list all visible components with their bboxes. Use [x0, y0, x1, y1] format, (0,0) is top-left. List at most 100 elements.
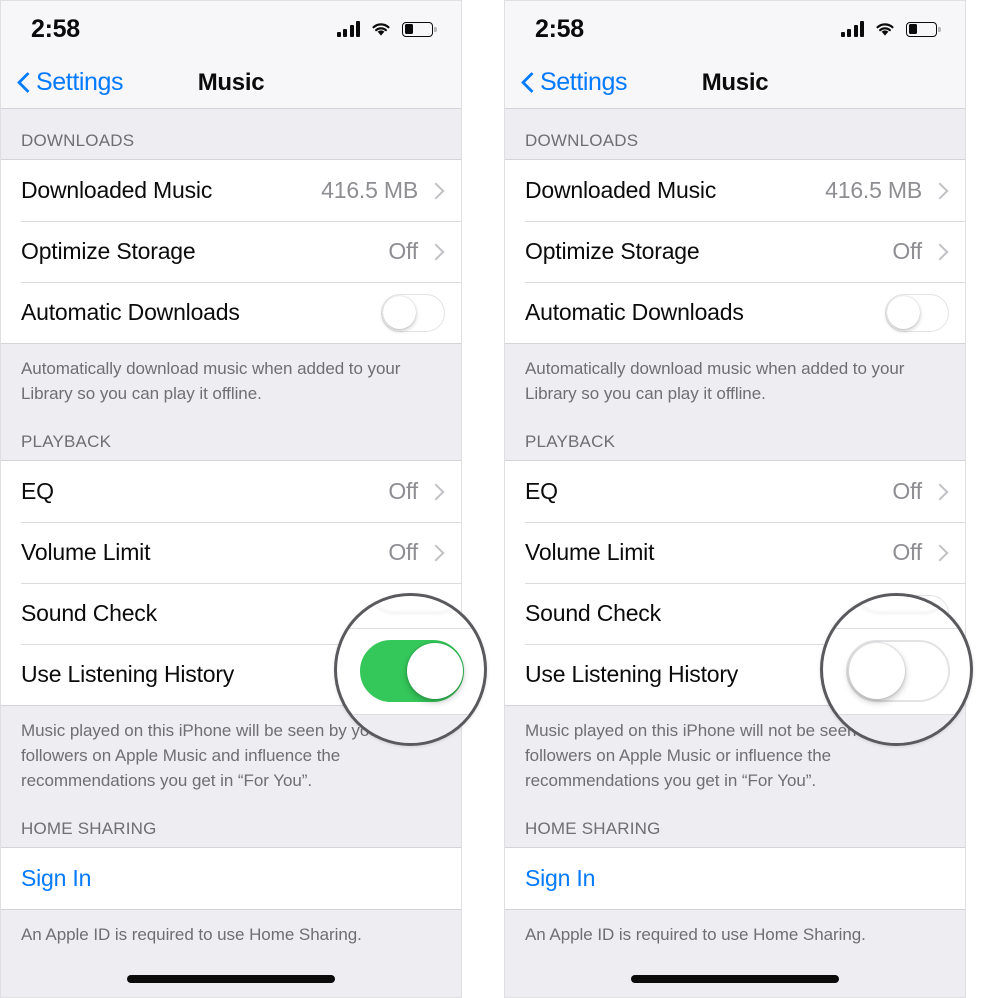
signal-bar: [336, 32, 341, 37]
chevron-right-icon: [430, 482, 441, 501]
sign-in-link: Sign In: [525, 865, 596, 891]
signal-bar: [343, 29, 347, 37]
back-button[interactable]: Settings: [17, 68, 124, 97]
chevron-right-icon: [934, 482, 945, 501]
wifi-icon: [370, 21, 392, 37]
toggle-switch[interactable]: [885, 293, 949, 332]
list-row[interactable]: Volume Limit Off: [1, 522, 461, 583]
list-bottom-spacer: [505, 951, 965, 997]
section-footnote: Automatically download music when added …: [1, 344, 461, 410]
section-footnote: Automatically download music when added …: [505, 344, 965, 410]
list-bottom-spacer: [1, 951, 461, 997]
signal-bar: [840, 32, 845, 37]
loupe-use-listening-history-switch[interactable]: [360, 640, 464, 702]
signal-bar: [356, 21, 360, 37]
chevron-right-icon: [430, 242, 441, 261]
home-indicator[interactable]: [631, 975, 839, 983]
list-row[interactable]: Sign In: [1, 848, 461, 909]
list-row[interactable]: EQ Off: [505, 461, 965, 522]
chevron-left-icon: [521, 72, 534, 94]
list-row[interactable]: Automatic Downloads: [505, 282, 965, 343]
row-label: EQ: [21, 478, 54, 504]
toggle-switch[interactable]: [381, 293, 445, 332]
row-label: Downloaded Music: [525, 177, 717, 203]
row-value: Off: [388, 478, 418, 504]
list-row[interactable]: Volume Limit Off: [505, 522, 965, 583]
signal-bar: [847, 29, 851, 37]
nav-bar: Settings Music: [1, 57, 461, 109]
battery-fill: [404, 24, 413, 34]
loupe-divider-bottom: [823, 714, 970, 715]
status-bar: 2:58: [505, 1, 965, 57]
status-bar: 2:58: [1, 1, 461, 57]
settings-list: DOWNLOADS Downloaded Music 416.5 MB Optimiz…: [505, 109, 965, 997]
status-icons: [840, 21, 941, 37]
chevron-right-icon: [430, 181, 441, 200]
loupe-sound-check-switch-ghost: [364, 596, 468, 614]
list-row[interactable]: Downloaded Music 416.5 MB: [505, 160, 965, 221]
section-header: HOME SHARING: [505, 797, 965, 847]
loupe-footnote-band: [337, 714, 484, 743]
cellular-signal-icon: [840, 21, 864, 37]
row-label: EQ: [525, 478, 558, 504]
loupe-content: [823, 596, 970, 743]
row-value: 416.5 MB: [321, 177, 418, 203]
magnifier-loupe: [334, 593, 487, 746]
section-group: Sign In: [505, 847, 965, 910]
chevron-right-icon: [430, 543, 441, 562]
chevron-right-icon: [934, 181, 945, 200]
wifi-icon: [874, 21, 896, 37]
row-value: Off: [892, 539, 922, 565]
section-header: HOME SHARING: [1, 797, 461, 847]
row-value: Off: [892, 238, 922, 264]
row-label: Use Listening History: [21, 661, 235, 687]
row-label: Volume Limit: [525, 539, 655, 565]
phone-screenshot-after: 2:58 Settings Music DOWNLOADS Downloaded Mus…: [504, 0, 973, 998]
home-indicator[interactable]: [127, 975, 335, 983]
list-row[interactable]: EQ Off: [1, 461, 461, 522]
section-header: DOWNLOADS: [505, 109, 965, 159]
list-row[interactable]: Automatic Downloads: [1, 282, 461, 343]
row-label: Automatic Downloads: [21, 299, 240, 325]
magnifier-loupe: [820, 593, 973, 746]
sign-in-link: Sign In: [21, 865, 92, 891]
loupe-toggle-knob: [849, 643, 905, 699]
list-row[interactable]: Sign In: [505, 848, 965, 909]
phone-screen: 2:58 Settings Music DOWNLOADS Downloaded Mus…: [1, 1, 461, 997]
section-footnote: An Apple ID is required to use Home Shar…: [505, 910, 965, 951]
section-group: Downloaded Music 416.5 MB Optimize Storage…: [505, 159, 965, 344]
loupe-sound-check-switch-ghost: [850, 596, 954, 614]
row-value: Off: [388, 238, 418, 264]
battery-icon: [402, 21, 437, 37]
loupe-use-listening-history-switch[interactable]: [846, 640, 950, 702]
toggle-knob: [887, 295, 920, 329]
status-time: 2:58: [31, 14, 80, 43]
row-label: Volume Limit: [21, 539, 151, 565]
row-label: Automatic Downloads: [525, 299, 744, 325]
row-label: Optimize Storage: [21, 238, 196, 264]
loupe-divider-top: [823, 628, 970, 629]
battery-fill: [908, 24, 917, 34]
section-footnote: An Apple ID is required to use Home Shar…: [1, 910, 461, 951]
chevron-right-icon: [934, 543, 945, 562]
row-value: Off: [388, 539, 418, 565]
comparison-screenshot: 2:58 Settings Music DOWNLOADS Downloaded Mus…: [0, 0, 1000, 998]
signal-bar: [853, 25, 858, 37]
loupe-footnote-band: [823, 714, 970, 743]
settings-list: DOWNLOADS Downloaded Music 416.5 MB Optimiz…: [1, 109, 461, 997]
back-button[interactable]: Settings: [521, 68, 628, 97]
list-row[interactable]: Downloaded Music 416.5 MB: [1, 160, 461, 221]
section-header: PLAYBACK: [505, 410, 965, 460]
loupe-divider-top: [337, 628, 484, 629]
phone-screen: 2:58 Settings Music DOWNLOADS Downloaded Mus…: [505, 1, 965, 997]
list-row[interactable]: Optimize Storage Off: [505, 221, 965, 282]
battery-icon: [906, 21, 941, 37]
loupe-content: [337, 596, 484, 743]
phone-screenshot-before: 2:58 Settings Music DOWNLOADS Downloaded Mus…: [0, 0, 487, 998]
back-button-label: Settings: [36, 68, 124, 96]
loupe-divider-bottom: [337, 714, 484, 715]
row-label: Optimize Storage: [525, 238, 700, 264]
section-group: Downloaded Music 416.5 MB Optimize Storage…: [1, 159, 461, 344]
list-row[interactable]: Optimize Storage Off: [1, 221, 461, 282]
signal-bar: [349, 25, 354, 37]
